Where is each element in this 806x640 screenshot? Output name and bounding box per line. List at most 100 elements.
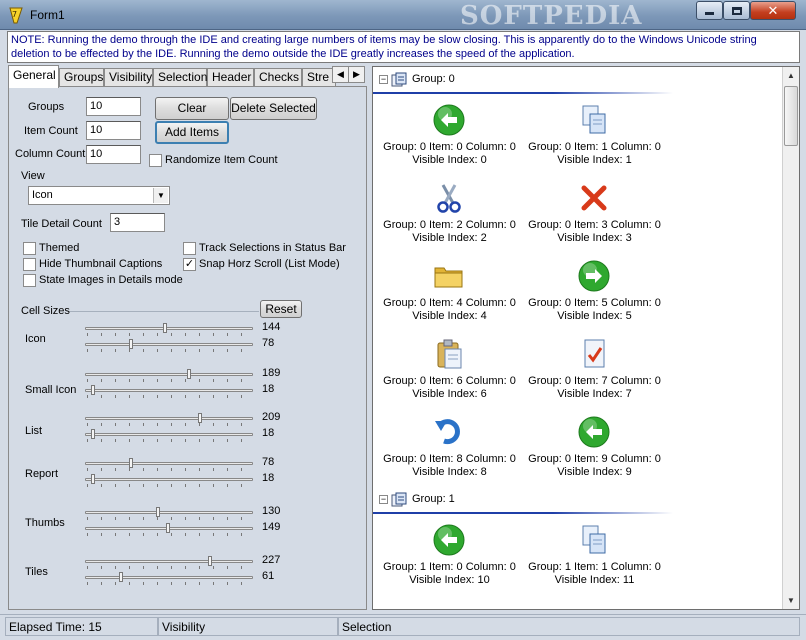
list-view[interactable]: − Group: 0 Group: 0 Item: 0 Column: 0 Visib… [372, 66, 800, 610]
slider-thumb[interactable] [91, 385, 95, 395]
column-count-input[interactable]: 10 [86, 145, 141, 164]
tab-scroll-right[interactable]: ▶ [348, 66, 365, 83]
list-item[interactable]: Group: 0 Item: 0 Column: 0 Visible Index:… [377, 103, 522, 181]
list-item[interactable]: Group: 0 Item: 1 Column: 0 Visible Index:… [522, 103, 667, 181]
snap-horz-checkbox[interactable]: ✓ [183, 258, 196, 271]
cell-width-slider[interactable] [85, 323, 253, 336]
collapse-icon[interactable]: − [379, 75, 388, 84]
chevron-right-icon: ▶ [353, 69, 360, 79]
tab-general[interactable]: General [8, 65, 59, 88]
cell-width-slider[interactable] [85, 369, 253, 382]
cell-height-slider[interactable] [85, 385, 253, 398]
scroll-thumb[interactable] [784, 86, 798, 146]
collapse-icon[interactable]: − [379, 495, 388, 504]
note-text: NOTE: Running the demo through the IDE a… [7, 31, 800, 63]
status-selection: Selection [338, 617, 800, 636]
group-header[interactable]: − Group: 0 [377, 71, 677, 93]
item-count-input[interactable]: 10 [86, 121, 141, 140]
list-item[interactable]: Group: 0 Item: 3 Column: 0 Visible Index:… [522, 181, 667, 259]
cell-width-slider[interactable] [85, 413, 253, 426]
maximize-icon [731, 6, 742, 15]
tab-header[interactable]: Header [207, 68, 254, 87]
cell-height-slider[interactable] [85, 339, 253, 352]
slider-track [85, 389, 253, 392]
slider-thumb[interactable] [129, 458, 133, 468]
list-item[interactable]: Group: 1 Item: 1 Column: 0 Visible Index:… [522, 523, 667, 601]
tab-selection[interactable]: Selection [153, 68, 207, 87]
item-caption: Group: 1 Item: 1 Column: 0 [528, 561, 661, 573]
list-item[interactable]: Group: 0 Item: 5 Column: 0 Visible Index:… [522, 259, 667, 337]
tile-detail-input[interactable]: 3 [110, 213, 165, 232]
title-bar: 7 Form1 SOFTPEDIA ✕ [0, 0, 806, 31]
status-elapsed: Elapsed Time: 15 [5, 617, 158, 636]
list-item[interactable]: Group: 0 Item: 6 Column: 0 Visible Index:… [377, 337, 522, 415]
themed-checkbox[interactable] [23, 242, 36, 255]
slider-ticks [87, 582, 251, 585]
list-item[interactable]: Group: 0 Item: 7 Column: 0 Visible Index:… [522, 337, 667, 415]
track-selections-checkbox[interactable] [183, 242, 196, 255]
chevron-down-icon[interactable]: ▼ [153, 188, 168, 203]
scroll-down-icon[interactable]: ▼ [783, 592, 799, 609]
cell-width-slider[interactable] [85, 507, 253, 520]
cell-height-slider[interactable] [85, 523, 253, 536]
slider-thumb[interactable] [198, 413, 202, 423]
close-icon: ✕ [767, 2, 779, 18]
groups-input[interactable]: 10 [86, 97, 141, 116]
slider-track [85, 417, 253, 420]
minimize-button[interactable] [696, 1, 723, 20]
vertical-scrollbar[interactable]: ▲ ▼ [782, 67, 799, 609]
slider-ticks [87, 439, 251, 442]
group-label: Group: 1 [412, 493, 455, 505]
slider-thumb[interactable] [129, 339, 133, 349]
tab-groups[interactable]: Groups [59, 68, 104, 87]
slider-thumb[interactable] [163, 323, 167, 333]
cell-width-slider[interactable] [85, 556, 253, 569]
tile-detail-label: Tile Detail Count [21, 218, 102, 230]
list-item[interactable]: Group: 0 Item: 8 Column: 0 Visible Index:… [377, 415, 522, 493]
slider-track [85, 511, 253, 514]
tab-scroll-left[interactable]: ◀ [332, 66, 349, 83]
folder-icon [432, 259, 466, 293]
view-select[interactable]: Icon ▼ [28, 186, 170, 205]
item-caption: Group: 0 Item: 5 Column: 0 [528, 297, 661, 309]
tab-stream[interactable]: Stre [302, 68, 336, 87]
add-items-button[interactable]: Add Items [155, 121, 229, 144]
group-header[interactable]: − Group: 1 [377, 491, 677, 513]
slider-thumb[interactable] [91, 429, 95, 439]
cell-width-slider[interactable] [85, 458, 253, 471]
list-item[interactable]: Group: 0 Item: 9 Column: 0 Visible Index:… [522, 415, 667, 493]
list-item[interactable]: Group: 0 Item: 4 Column: 0 Visible Index:… [377, 259, 522, 337]
list-item[interactable]: Group: 1 Item: 0 Column: 0 Visible Index:… [377, 523, 522, 601]
group-divider [373, 92, 673, 94]
slider-ticks [87, 566, 251, 569]
copy-icon [577, 103, 611, 137]
slider-thumb[interactable] [187, 369, 191, 379]
state-images-checkbox[interactable] [23, 274, 36, 287]
cell-height-slider[interactable] [85, 474, 253, 487]
item-visible-index: Visible Index: 2 [412, 232, 487, 244]
slider-thumb[interactable] [208, 556, 212, 566]
slider-ticks [87, 517, 251, 520]
close-button[interactable]: ✕ [750, 1, 796, 20]
scroll-up-icon[interactable]: ▲ [783, 67, 799, 84]
delete-selected-button[interactable]: Delete Selected [230, 97, 317, 120]
tab-checks[interactable]: Checks [254, 68, 302, 87]
cell-size-label: Report [25, 468, 59, 480]
slider-thumb[interactable] [91, 474, 95, 484]
groups-label: Groups [28, 101, 65, 113]
slider-thumb[interactable] [166, 523, 170, 533]
slider-ticks [87, 395, 251, 398]
cell-height-slider[interactable] [85, 572, 253, 585]
hide-thumbnail-checkbox[interactable] [23, 258, 36, 271]
reset-button[interactable]: Reset [260, 300, 302, 318]
slider-ticks [87, 349, 251, 352]
slider-thumb[interactable] [119, 572, 123, 582]
list-item[interactable]: Group: 0 Item: 2 Column: 0 Visible Index:… [377, 181, 522, 259]
tab-visibility[interactable]: Visibility [104, 68, 153, 87]
maximize-button[interactable] [723, 1, 750, 20]
randomize-checkbox[interactable] [149, 154, 162, 167]
cell-height-slider[interactable] [85, 429, 253, 442]
slider-thumb[interactable] [156, 507, 160, 517]
clear-button[interactable]: Clear [155, 97, 229, 120]
slider-ticks [87, 533, 251, 536]
